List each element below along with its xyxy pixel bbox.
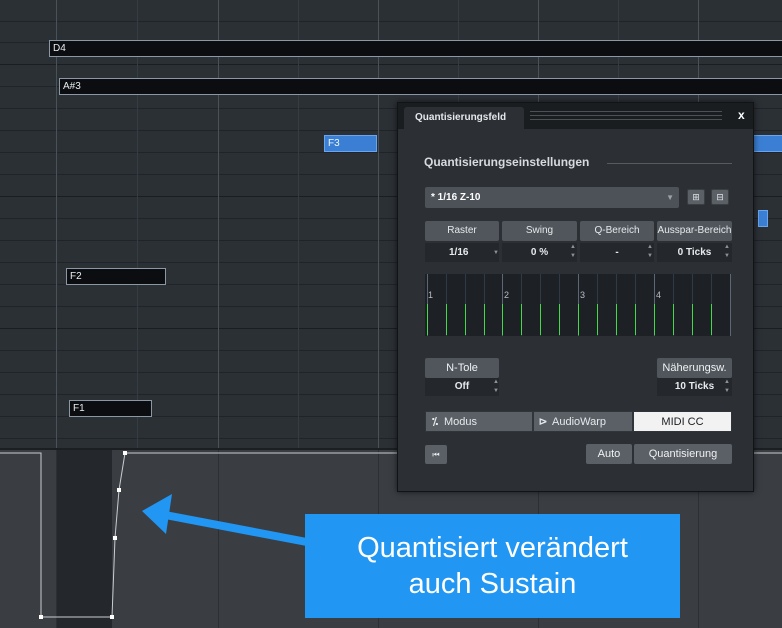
midi-note-selected[interactable] <box>752 135 782 152</box>
quantize-icon: ⁒ <box>431 416 439 428</box>
spinner-down-icon[interactable]: ▼ <box>724 253 730 260</box>
ntole-label: N-Tole <box>425 358 499 378</box>
beat-number: 1 <box>428 290 434 300</box>
midi-note[interactable]: F2 <box>66 268 166 285</box>
beat-number: 3 <box>580 290 586 300</box>
callout-line: auch Sustain <box>408 568 577 600</box>
spinner-up-icon[interactable]: ▲ <box>724 379 730 386</box>
midi-note[interactable]: D4 <box>49 40 782 57</box>
save-preset-icon[interactable]: ⊞ <box>687 189 705 205</box>
ausspar-bereich-field[interactable]: 0 Ticks <box>657 243 732 262</box>
swing-label: Swing <box>502 221 577 241</box>
midi-note-selected[interactable]: F3 <box>324 135 377 152</box>
midi-note[interactable]: F1 <box>69 400 152 417</box>
q-bereich-label: Q-Bereich <box>580 221 654 241</box>
preset-select[interactable]: * 1/16 Z-10 ▼ <box>425 187 679 208</box>
panel-title-tab[interactable]: Quantisierungsfeld <box>404 107 524 129</box>
midi-cc-label: MIDI CC <box>661 416 704 428</box>
naeherung-label: Näherungsw. <box>657 358 732 378</box>
beat-number: 2 <box>504 290 510 300</box>
spinner-down-icon[interactable]: ▼ <box>493 388 499 395</box>
quantize-panel: Quantisierungsfeld x Quantisierungseinst… <box>397 102 754 492</box>
quantize-button[interactable]: Quantisierung <box>634 444 732 464</box>
midi-note[interactable]: A#3 <box>59 78 782 95</box>
reset-quantize-icon[interactable]: ⏮ <box>425 445 447 464</box>
midi-note-selected[interactable] <box>758 210 768 227</box>
section-title: Quantisierungseinstellungen <box>424 155 590 169</box>
spinner-up-icon[interactable]: ▲ <box>724 244 730 251</box>
editor-window: D4 A#3 F3 F2 F1 Quantisiert verändert au… <box>0 0 782 628</box>
swing-field[interactable]: 0 % <box>502 243 577 262</box>
ntole-field[interactable]: Off <box>425 378 499 396</box>
modus-toggle[interactable]: ⁒ Modus <box>425 411 533 432</box>
chevron-down-icon[interactable]: ▼ <box>493 250 499 257</box>
spinner-down-icon[interactable]: ▼ <box>570 253 576 260</box>
quantize-grid-display[interactable]: 1 2 3 4 <box>425 274 731 336</box>
divider <box>607 163 732 164</box>
audiowarp-icon: ⊳ <box>538 416 548 428</box>
spinner-up-icon[interactable]: ▲ <box>570 244 576 251</box>
audiowarp-toggle[interactable]: ⊳ AudioWarp <box>533 411 633 432</box>
beat-number: 4 <box>656 290 662 300</box>
midi-cc-toggle[interactable]: MIDI CC <box>633 411 732 432</box>
spinner-up-icon[interactable]: ▲ <box>493 379 499 386</box>
remove-preset-icon[interactable]: ⊟ <box>711 189 729 205</box>
chevron-down-icon: ▼ <box>666 193 674 202</box>
audiowarp-label: AudioWarp <box>552 416 607 428</box>
auto-quantize-button[interactable]: Auto <box>586 444 632 464</box>
callout-annotation: Quantisiert verändert auch Sustain <box>305 514 680 618</box>
modus-label: Modus <box>444 416 478 428</box>
preset-value: * 1/16 Z-10 <box>431 192 481 203</box>
close-icon[interactable]: x <box>738 108 745 122</box>
callout-line: Quantisiert verändert <box>357 532 628 564</box>
panel-titlebar[interactable]: Quantisierungsfeld x <box>398 103 753 129</box>
q-bereich-field[interactable]: - <box>580 243 654 262</box>
naeherung-field[interactable]: 10 Ticks <box>657 378 732 396</box>
spinner-down-icon[interactable]: ▼ <box>647 253 653 260</box>
spinner-up-icon[interactable]: ▲ <box>647 244 653 251</box>
raster-select[interactable]: 1/16 <box>425 243 499 262</box>
spinner-down-icon[interactable]: ▼ <box>724 388 730 395</box>
ausspar-bereich-label: Ausspar-Bereich <box>657 221 732 241</box>
raster-label: Raster <box>425 221 499 241</box>
